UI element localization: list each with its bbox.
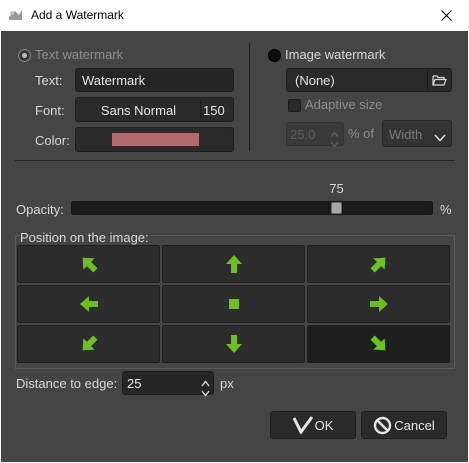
color-swatch	[112, 133, 199, 146]
distance-value: 25	[127, 376, 142, 391]
opacity-label: Opacity:	[16, 202, 64, 217]
title-bar: Add a Watermark	[0, 0, 469, 31]
position-top-center-button[interactable]	[162, 245, 305, 283]
text-watermark-radio[interactable]	[18, 49, 31, 62]
cancel-button[interactable]: Cancel	[361, 411, 447, 439]
position-bottom-left-button[interactable]	[17, 325, 160, 363]
ok-label: OK	[314, 417, 334, 433]
arrow-down-left-icon	[82, 335, 97, 351]
close-icon	[440, 10, 452, 21]
image-file-value: (None)	[295, 73, 335, 88]
position-middle-left-button[interactable]	[17, 285, 160, 323]
image-watermark-label: Image watermark	[285, 47, 386, 62]
arrow-right-icon	[369, 296, 388, 312]
position-bottom-center-button[interactable]	[162, 325, 305, 363]
color-button[interactable]	[75, 127, 234, 152]
ok-button[interactable]: OK	[270, 411, 356, 439]
file-divider	[427, 69, 428, 91]
percent-down-icon[interactable]	[330, 136, 339, 151]
position-center-button[interactable]	[162, 285, 305, 323]
color-label: Color:	[35, 133, 70, 148]
dialog-body: Text watermark Text: Font: Sans Normal 1…	[1, 31, 468, 462]
cancel-label: Cancel	[394, 417, 435, 433]
image-watermark-radio[interactable]	[268, 49, 281, 62]
dimension-select[interactable]: Width	[382, 120, 452, 147]
font-button[interactable]: Sans Normal 150	[75, 97, 234, 122]
image-file-button[interactable]: (None)	[286, 68, 452, 92]
text-input-box	[75, 68, 234, 92]
arrow-left-icon	[79, 296, 98, 312]
distance-spinbox[interactable]: 25	[122, 371, 214, 397]
text-label: Text:	[35, 73, 63, 88]
position-top-right-button[interactable]	[307, 245, 450, 283]
app-logo-icon	[7, 7, 24, 24]
cancel-icon	[374, 416, 392, 434]
text-input[interactable]	[76, 69, 233, 91]
square-center-icon	[228, 299, 239, 309]
position-top-left-button[interactable]	[17, 245, 160, 283]
window-title: Add a Watermark	[31, 8, 124, 22]
opacity-slider-handle[interactable]	[331, 202, 343, 214]
arrow-down-icon	[225, 335, 242, 353]
adaptive-size-checkbox[interactable]	[288, 99, 301, 112]
text-watermark-label: Text watermark	[35, 47, 124, 62]
close-button[interactable]	[423, 0, 469, 31]
position-label: Position on the image:	[20, 230, 151, 245]
arrow-down-right-icon	[370, 335, 385, 351]
font-label: Font:	[35, 103, 65, 118]
position-middle-right-button[interactable]	[307, 285, 450, 323]
percent-of-label: % of	[348, 126, 375, 141]
horizontal-divider	[15, 160, 455, 161]
dimension-value: Width	[389, 127, 423, 142]
arrow-up-left-icon	[82, 257, 97, 273]
position-bottom-right-button[interactable]	[307, 325, 450, 363]
chevron-down-icon	[434, 130, 446, 145]
arrow-up-icon	[225, 255, 242, 273]
checkmark-icon	[292, 416, 313, 434]
percent-value: 25.0	[290, 127, 316, 142]
font-size: 150	[203, 103, 225, 118]
adaptive-size-label: Adaptive size	[305, 97, 383, 112]
opacity-value: 75	[329, 181, 344, 196]
font-divider	[200, 101, 201, 118]
distance-label: Distance to edge:	[16, 376, 118, 391]
opacity-unit: %	[440, 202, 452, 217]
folder-open-icon	[432, 73, 447, 90]
font-name: Sans Normal	[100, 103, 177, 118]
section-divider	[249, 43, 250, 151]
opacity-slider-track[interactable]	[71, 201, 433, 215]
distance-down-icon[interactable]	[201, 385, 210, 400]
distance-unit: px	[220, 376, 234, 391]
percent-spinbox[interactable]: 25.0	[286, 122, 344, 148]
arrow-up-right-icon	[370, 257, 385, 273]
